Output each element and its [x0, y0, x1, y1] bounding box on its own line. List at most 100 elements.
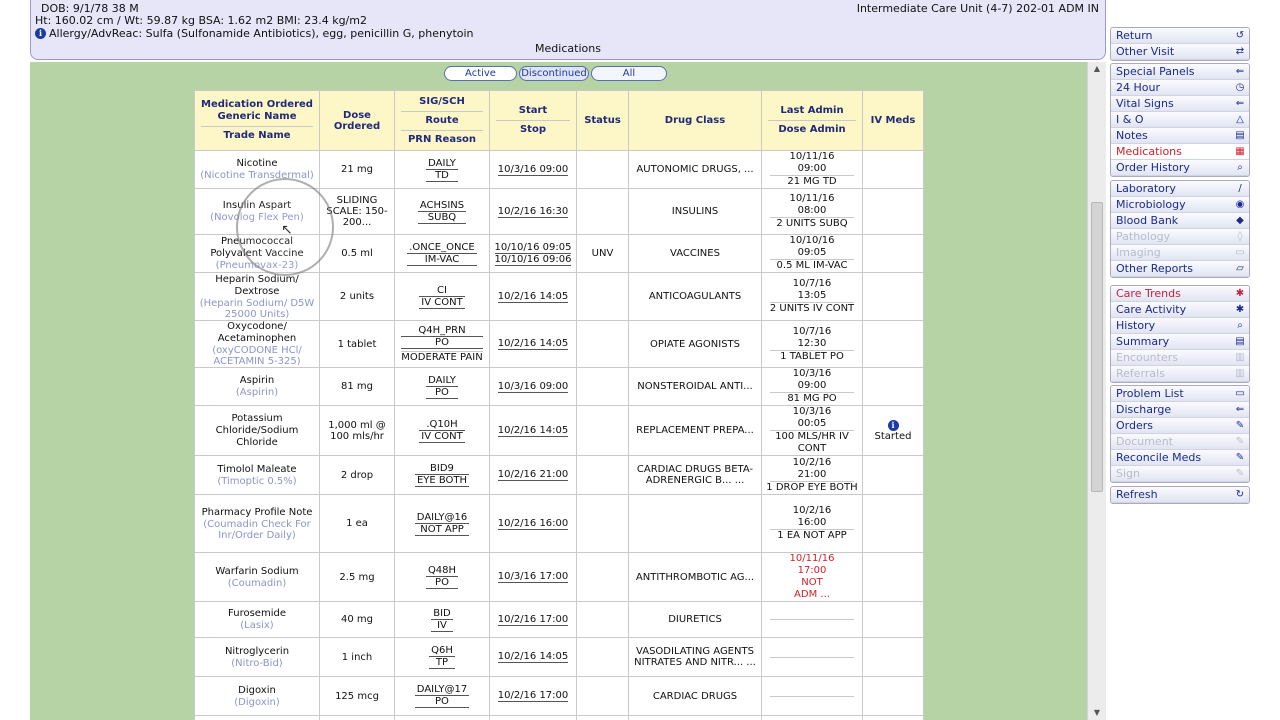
- sig-cell: Q48H PO: [394, 552, 490, 602]
- tab-all[interactable]: All: [591, 66, 667, 81]
- sidebar-item-vital-signs[interactable]: Vital Signs ⇐: [1111, 96, 1249, 112]
- last-admin-cell[interactable]: 10/2/16 21:00 1 DROP EYE BOTH: [761, 455, 863, 495]
- last-admin-cell[interactable]: [761, 715, 863, 720]
- med-name-cell[interactable]: Potassium Chloride/Sodium Chloride: [194, 405, 320, 456]
- sidebar-item-care-activity[interactable]: Care Activity ✱: [1111, 302, 1249, 318]
- sidebar-item-discharge[interactable]: Discharge ⇐: [1111, 402, 1249, 418]
- sidebar-item-24-hour[interactable]: 24 Hour ◷: [1111, 80, 1249, 96]
- header-status[interactable]: Status: [576, 90, 629, 151]
- med-name-cell[interactable]: Digoxin (Digoxin): [194, 676, 320, 716]
- last-admin-cell[interactable]: 10/3/16 00:05 100 MLS/HR IV CONT: [761, 405, 863, 456]
- med-name-cell[interactable]: Furosemide (Lasix): [194, 601, 320, 638]
- table-row[interactable]: Nitroglycerin (Nitro-Bid) 1 inch Q6H TP 10/2/…: [194, 637, 924, 677]
- sidebar-item-care-trends[interactable]: Care Trends ✱: [1111, 286, 1249, 302]
- generic-name: Nicotine: [236, 158, 278, 169]
- last-admin-cell[interactable]: 10/10/16 09:05 0.5 ML IM-VAC: [761, 234, 863, 273]
- sidebar-item-label: Order History: [1116, 161, 1190, 174]
- header-dose[interactable]: Dose Ordered: [319, 90, 395, 151]
- sidebar-group: Special Panels ⇐ 24 Hour ◷ Vital Signs ⇐ I & O…: [1110, 63, 1250, 177]
- sidebar-item-label: Summary: [1116, 335, 1170, 348]
- scroll-down-icon[interactable]: ▼: [1088, 706, 1106, 720]
- info-icon[interactable]: i: [887, 419, 899, 431]
- table-row[interactable]: Timolol Maleate (Timoptic 0.5%) 2 drop BID9…: [194, 455, 924, 495]
- sidebar-item-special-panels[interactable]: Special Panels ⇐: [1111, 64, 1249, 80]
- last-admin-cell[interactable]: 10/3/16 09:00 81 MG PO: [761, 367, 863, 406]
- table-row[interactable]: Potassium Chloride/Sodium Chloride 1,000 …: [194, 405, 924, 456]
- sidebar-item-label: Problem List: [1116, 387, 1184, 400]
- scroll-thumb[interactable]: [1091, 202, 1103, 492]
- last-admin-cell[interactable]: 10/11/16 08:00 2 UNITS SUBQ: [761, 188, 863, 235]
- header-sig[interactable]: SIG/SCH Route PRN Reason: [394, 90, 490, 151]
- admin-date: 10/3/16: [792, 406, 832, 418]
- med-name-cell[interactable]: Pharmacy Profile Note (Coumadin Check For…: [194, 494, 320, 553]
- generic-name: Nitroglycerin: [224, 645, 290, 657]
- sidebar-item-history[interactable]: History ⌕: [1111, 318, 1249, 334]
- start-date: 10/3/16 17:00: [497, 571, 569, 583]
- med-name-cell[interactable]: Aspirin (Aspirin): [194, 367, 320, 406]
- sidebar-item-laboratory[interactable]: Laboratory /: [1111, 181, 1249, 197]
- blood-bank-icon: ◆: [1236, 215, 1244, 226]
- med-name-cell[interactable]: Warfarin Sodium (Coumadin): [194, 552, 320, 602]
- table-row[interactable]: Oxycodone/ Acetaminophen (oxyCODONE HCl/ …: [194, 320, 924, 368]
- sig-cell: CI IV CONT: [394, 272, 490, 321]
- vertical-scrollbar[interactable]: ▲ ▼: [1087, 62, 1106, 720]
- med-name-cell[interactable]: Heparin Sodium/ Dextrose (Heparin Sodium/…: [194, 272, 320, 321]
- sidebar-item-notes[interactable]: Notes ▤: [1111, 128, 1249, 144]
- last-admin-cell[interactable]: [761, 637, 863, 677]
- status-cell: [576, 552, 629, 602]
- sidebar-item-problem-list[interactable]: Problem List ▭: [1111, 386, 1249, 402]
- last-admin-cell[interactable]: 10/7/16 12:30 1 TABLET PO: [761, 320, 863, 368]
- iv-meds-cell: [862, 188, 924, 235]
- sidebar-item-other-visit[interactable]: Other Visit ⇄: [1111, 44, 1249, 60]
- admin-time: 09:00: [770, 380, 854, 393]
- iv-meds-cell: [862, 234, 924, 273]
- sidebar-item-order-history[interactable]: Order History ⌕: [1111, 160, 1249, 176]
- header-iv-meds[interactable]: IV Meds: [862, 90, 924, 151]
- last-admin-cell[interactable]: 10/11/16 17:00 NOT ADM ...: [761, 552, 863, 602]
- sidebar-item-return[interactable]: Return ↺: [1111, 28, 1249, 44]
- route-value: TD: [426, 170, 458, 182]
- sidebar-item-blood-bank[interactable]: Blood Bank ◆: [1111, 213, 1249, 229]
- page-title: Medications: [535, 42, 601, 55]
- last-admin-cell[interactable]: [761, 601, 863, 638]
- trade-name: (Digoxin): [234, 696, 280, 708]
- last-admin-cell[interactable]: 10/11/16 09:00 21 MG TD: [761, 150, 863, 189]
- sidebar-item-reconcile-meds[interactable]: Reconcile Meds ✎: [1111, 450, 1249, 466]
- tab-active[interactable]: Active: [444, 66, 517, 81]
- notes-icon: ▤: [1235, 130, 1245, 141]
- table-row[interactable]: Acetaminophen650 mgQ4H_PRN: [194, 715, 924, 720]
- table-row[interactable]: Warfarin Sodium (Coumadin) 2.5 mg Q48H PO 10/…: [194, 552, 924, 602]
- sidebar-item-orders[interactable]: Orders ✎: [1111, 418, 1249, 434]
- sidebar-item-encounters: Encounters ▥: [1111, 350, 1249, 366]
- route-value: TP: [429, 657, 455, 669]
- sidebar-group: Care Trends ✱ Care Activity ✱ History ⌕ Summar…: [1110, 285, 1250, 383]
- med-name-cell[interactable]: Nitroglycerin (Nitro-Bid): [194, 637, 320, 677]
- tab-discontinued[interactable]: Discontinued: [519, 66, 589, 81]
- table-row[interactable]: Aspirin (Aspirin) 81 mg DAILY PO 10/3/16 09:0…: [194, 367, 924, 406]
- trade-name: (Coumadin Check For Inr/Order Daily): [203, 518, 311, 541]
- table-row[interactable]: Heparin Sodium/ Dextrose (Heparin Sodium/…: [194, 272, 924, 321]
- table-row[interactable]: Digoxin (Digoxin) 125 mcg DAILY@17 PO 10/2/16…: [194, 676, 924, 716]
- sidebar-item-i-o[interactable]: I & O △: [1111, 112, 1249, 128]
- sidebar-item-summary[interactable]: Summary ▤: [1111, 334, 1249, 350]
- referrals-icon: ▥: [1235, 368, 1245, 379]
- last-admin-cell[interactable]: 10/7/16 13:05 2 UNITS IV CONT: [761, 272, 863, 321]
- sidebar-item-microbiology[interactable]: Microbiology ◉: [1111, 197, 1249, 213]
- last-admin-cell[interactable]: [761, 676, 863, 716]
- med-name-cell[interactable]: Acetaminophen: [194, 715, 320, 720]
- sidebar-item-refresh[interactable]: Refresh ↻: [1111, 487, 1249, 503]
- route-value: IM-VAC: [407, 254, 477, 266]
- table-row[interactable]: Pharmacy Profile Note (Coumadin Check For…: [194, 494, 924, 553]
- info-icon[interactable]: i: [35, 28, 46, 39]
- header-start-stop[interactable]: Start Stop: [489, 90, 577, 151]
- sidebar-item-medications[interactable]: Medications ▦: [1111, 144, 1249, 160]
- header-medication[interactable]: Medication Ordered Generic Name Trade Na…: [194, 90, 320, 151]
- header-last-admin[interactable]: Last Admin Dose Admin: [761, 90, 863, 151]
- last-admin-cell[interactable]: 10/2/16 16:00 1 EA NOT APP: [761, 494, 863, 553]
- scroll-up-icon[interactable]: ▲: [1088, 62, 1106, 76]
- med-name-cell[interactable]: Oxycodone/ Acetaminophen (oxyCODONE HCl/ …: [194, 320, 320, 368]
- header-drug-class[interactable]: Drug Class: [628, 90, 762, 151]
- med-name-cell[interactable]: Timolol Maleate (Timoptic 0.5%): [194, 455, 320, 495]
- sidebar-item-other-reports[interactable]: Other Reports ▱: [1111, 261, 1249, 277]
- table-row[interactable]: Furosemide (Lasix) 40 mg BID IV 10/2/16 17:00…: [194, 601, 924, 638]
